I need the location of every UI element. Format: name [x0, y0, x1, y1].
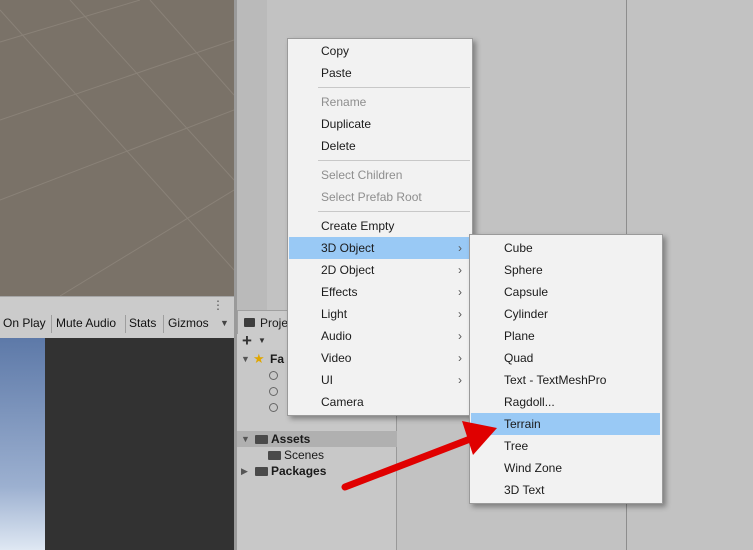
panel-gutter	[237, 0, 267, 310]
chevron-right-icon: ›	[458, 351, 462, 365]
menu-item-audio[interactable]: Audio ›	[289, 325, 472, 347]
maximize-on-play-button[interactable]: On Play	[0, 315, 52, 333]
tree-item-label: Assets	[271, 432, 311, 446]
tree-item-label: Fa	[270, 352, 285, 366]
search-icon	[269, 371, 278, 380]
menu-item-cube[interactable]: Cube	[471, 237, 660, 259]
menu-item-label: 2D Object	[321, 263, 375, 277]
scene-grid	[0, 0, 234, 296]
star-icon: ★	[253, 351, 265, 366]
menu-item-text-textmeshpro[interactable]: Text - TextMeshPro	[471, 369, 660, 391]
menu-item-2d-object[interactable]: 2D Object ›	[289, 259, 472, 281]
menu-item-wind-zone[interactable]: Wind Zone	[471, 457, 660, 479]
tree-item-label: Scenes	[284, 448, 325, 462]
folder-icon	[244, 318, 255, 327]
game-toolbar: ⋮ On Play Mute Audio Stats Gizmos ▼	[0, 296, 234, 338]
tab-label: Proje	[260, 316, 289, 330]
menu-item-light[interactable]: Light ›	[289, 303, 472, 325]
menu-item-label: UI	[321, 373, 333, 387]
folder-icon	[255, 467, 268, 476]
menu-separator	[318, 87, 470, 88]
chevron-right-icon: ›	[458, 307, 462, 321]
menu-item-cylinder[interactable]: Cylinder	[471, 303, 660, 325]
menu-item-label: Video	[321, 351, 352, 365]
skybox-preview	[0, 338, 45, 550]
search-icon	[269, 403, 278, 412]
menu-item-copy[interactable]: Copy	[289, 40, 472, 62]
menu-item-paste[interactable]: Paste	[289, 62, 472, 84]
menu-item-label: Audio	[321, 329, 352, 343]
menu-item-3d-text[interactable]: 3D Text	[471, 479, 660, 501]
menu-item-terrain[interactable]: Terrain	[471, 413, 660, 435]
chevron-down-icon[interactable]: ▼	[258, 336, 266, 345]
submenu-3d-object: Cube Sphere Capsule Cylinder Plane Quad …	[469, 234, 663, 504]
tree-item-assets[interactable]: ▼ Assets	[237, 431, 397, 447]
menu-item-video[interactable]: Video ›	[289, 347, 472, 369]
vertical-dots-icon[interactable]: ⋮	[212, 299, 224, 311]
menu-item-label: Effects	[321, 285, 358, 299]
folder-icon	[268, 451, 281, 460]
chevron-right-icon: ›	[458, 263, 462, 277]
tree-item-scenes[interactable]: Scenes	[237, 447, 397, 463]
chevron-right-icon: ›	[458, 241, 462, 255]
search-icon	[269, 387, 278, 396]
menu-item-3d-object[interactable]: 3D Object ›	[289, 237, 472, 259]
menu-item-ragdoll[interactable]: Ragdoll...	[471, 391, 660, 413]
expand-arrow-icon[interactable]: ▶	[241, 463, 248, 479]
add-icon[interactable]: +	[242, 331, 252, 351]
menu-item-ui[interactable]: UI ›	[289, 369, 472, 391]
menu-item-duplicate[interactable]: Duplicate	[289, 113, 472, 135]
menu-item-rename: Rename	[321, 95, 367, 109]
menu-item-plane[interactable]: Plane	[471, 325, 660, 347]
menu-item-capsule[interactable]: Capsule	[471, 281, 660, 303]
scene-view[interactable]	[0, 0, 234, 296]
context-menu: Copy Paste Rename Duplicate Delete Selec…	[287, 38, 473, 416]
menu-item-effects[interactable]: Effects ›	[289, 281, 472, 303]
menu-item-quad[interactable]: Quad	[471, 347, 660, 369]
menu-item-tree[interactable]: Tree	[471, 435, 660, 457]
menu-item-label: Light	[321, 307, 348, 321]
chevron-right-icon: ›	[458, 373, 462, 387]
menu-item-label: 3D Object	[321, 241, 375, 255]
menu-separator	[318, 211, 470, 212]
tree-item-label: Packages	[271, 464, 327, 478]
stats-button[interactable]: Stats	[126, 315, 164, 333]
folder-icon	[255, 435, 268, 444]
menu-item-camera[interactable]: Camera	[289, 391, 472, 413]
chevron-right-icon: ›	[458, 329, 462, 343]
menu-item-create-empty[interactable]: Create Empty	[289, 215, 472, 237]
menu-item-sphere[interactable]: Sphere	[471, 259, 660, 281]
tree-item-packages[interactable]: ▶ Packages	[237, 463, 397, 479]
menu-item-delete[interactable]: Delete	[289, 135, 472, 157]
expand-arrow-icon[interactable]: ▼	[241, 431, 250, 447]
menu-item-select-prefab-root: Select Prefab Root	[321, 190, 422, 204]
caret-down-icon[interactable]: ▼	[217, 315, 234, 333]
mute-audio-button[interactable]: Mute Audio	[53, 315, 126, 333]
expand-arrow-icon[interactable]: ▼	[241, 351, 250, 367]
gizmos-button[interactable]: Gizmos	[165, 315, 217, 333]
game-view	[0, 338, 234, 550]
chevron-right-icon: ›	[458, 285, 462, 299]
menu-item-select-children: Select Children	[321, 168, 403, 182]
menu-separator	[318, 160, 470, 161]
